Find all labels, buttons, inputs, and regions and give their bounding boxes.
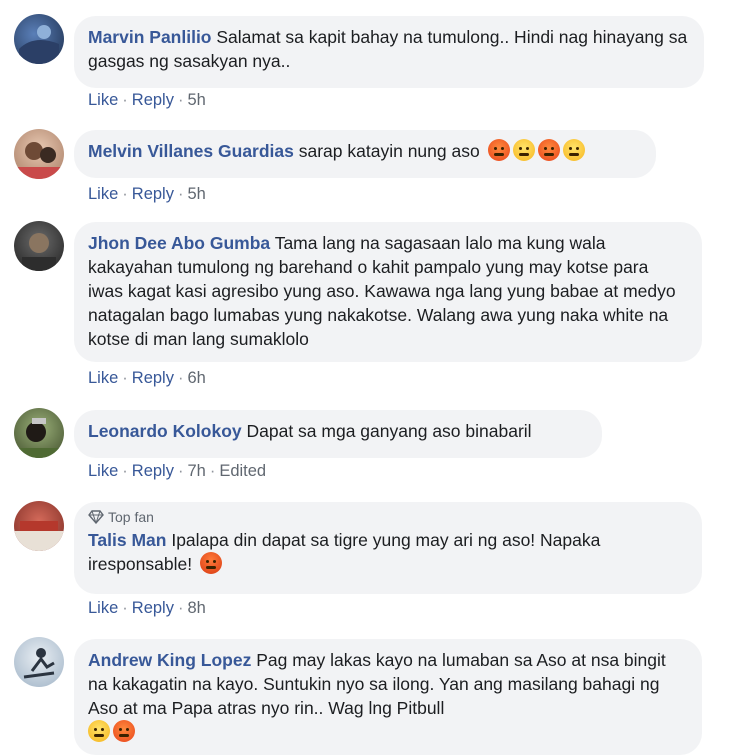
avatar[interactable]	[14, 129, 64, 179]
angry-face-icon	[113, 720, 135, 742]
avatar[interactable]	[14, 408, 64, 458]
comment-text: Ipalapa din dapat sa tigre yung may ari …	[88, 530, 606, 574]
cursing-face-icon	[199, 552, 222, 574]
comment-actions: Like · Reply · 7h · Edited	[88, 461, 266, 481]
angry-face-icon	[487, 139, 510, 161]
avatar[interactable]	[14, 14, 64, 64]
comment-author[interactable]: Marvin Panlilio	[88, 27, 212, 47]
comment-author[interactable]: Talis Man	[88, 530, 166, 550]
like-button[interactable]: Like	[88, 185, 118, 203]
comment-author[interactable]: Melvin Villanes Guardias	[88, 141, 294, 161]
comment-bubble: Top fan Talis Man Ipalapa din dapat sa t…	[74, 502, 702, 594]
like-button[interactable]: Like	[88, 462, 118, 480]
comment-text: Dapat sa mga ganyang aso binabaril	[246, 421, 532, 441]
comment-actions: Like · Reply · 5h	[88, 90, 206, 110]
separator: ·	[122, 185, 128, 203]
angry-face-icon	[537, 139, 560, 161]
reply-button[interactable]: Reply	[132, 185, 174, 203]
badge-label: Top fan	[108, 509, 154, 525]
comment-author[interactable]: Jhon Dee Abo Gumba	[88, 233, 270, 253]
comment-timestamp[interactable]: 5h	[187, 185, 205, 203]
separator: ·	[122, 369, 128, 387]
reply-button[interactable]: Reply	[132, 369, 174, 387]
comment-timestamp[interactable]: 8h	[187, 599, 205, 617]
avatar[interactable]	[14, 501, 64, 551]
comment-author[interactable]: Leonardo Kolokoy	[88, 421, 242, 441]
separator: ·	[177, 91, 184, 109]
comment-author[interactable]: Andrew King Lopez	[88, 650, 251, 670]
separator: ·	[122, 462, 128, 480]
comment-timestamp[interactable]: 7h	[187, 462, 205, 480]
top-fan-badge: Top fan	[88, 508, 688, 526]
comment-bubble: Marvin Panlilio Salamat sa kapit bahay n…	[74, 16, 704, 88]
reply-button[interactable]: Reply	[132, 91, 174, 109]
steam-face-icon	[562, 139, 585, 161]
comment-bubble: Melvin Villanes Guardias sarap katayin n…	[74, 130, 656, 178]
separator: ·	[177, 462, 184, 480]
grimacing-face-icon	[88, 720, 110, 742]
avatar[interactable]	[14, 637, 64, 687]
like-button[interactable]: Like	[88, 369, 118, 387]
reply-button[interactable]: Reply	[132, 462, 174, 480]
comment-bubble: Andrew King Lopez Pag may lakas kayo na …	[74, 639, 702, 755]
separator: ·	[209, 462, 216, 480]
comment-timestamp[interactable]: 5h	[187, 91, 205, 109]
comment-bubble: Jhon Dee Abo Gumba Tama lang na sagasaan…	[74, 222, 702, 362]
comment-actions: Like · Reply · 8h	[88, 598, 206, 618]
comment-bubble: Leonardo Kolokoy Dapat sa mga ganyang as…	[74, 410, 602, 458]
comment-text: sarap katayin nung aso	[298, 141, 480, 161]
like-button[interactable]: Like	[88, 91, 118, 109]
steam-face-icon	[512, 139, 535, 161]
separator: ·	[122, 91, 128, 109]
separator: ·	[177, 185, 184, 203]
like-button[interactable]: Like	[88, 599, 118, 617]
avatar[interactable]	[14, 221, 64, 271]
reply-button[interactable]: Reply	[132, 599, 174, 617]
separator: ·	[177, 599, 184, 617]
separator: ·	[122, 599, 128, 617]
separator: ·	[177, 369, 184, 387]
diamond-icon	[88, 510, 104, 524]
comment-actions: Like · Reply · 6h	[88, 368, 206, 388]
comment-timestamp[interactable]: 6h	[187, 369, 205, 387]
edited-label[interactable]: Edited	[219, 462, 266, 480]
comment-actions: Like · Reply · 5h	[88, 184, 206, 204]
